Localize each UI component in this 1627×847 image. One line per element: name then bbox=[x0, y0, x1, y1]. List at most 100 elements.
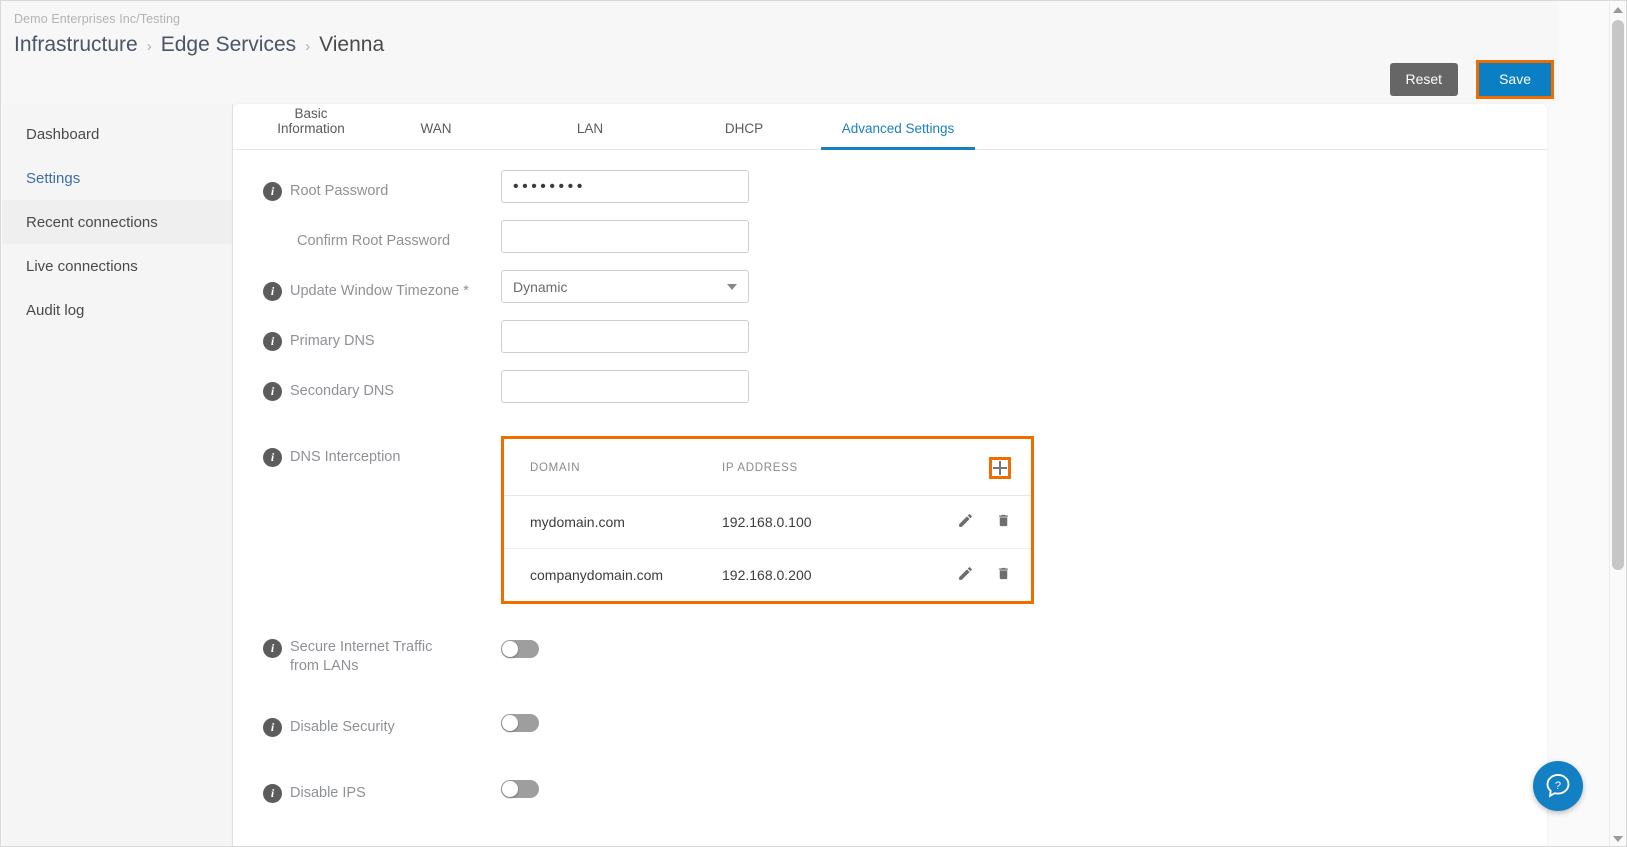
confirm-root-password-input[interactable] bbox=[501, 220, 749, 253]
field-label-group: i Primary DNS bbox=[233, 318, 501, 356]
field-row-secure-internet-traffic: i Secure Internet Traffic from LANs bbox=[233, 630, 1547, 676]
add-row-button[interactable] bbox=[989, 457, 1011, 479]
save-button[interactable]: Save bbox=[1479, 63, 1551, 96]
edit-icon[interactable] bbox=[957, 565, 974, 585]
info-icon[interactable]: i bbox=[263, 281, 282, 301]
info-icon[interactable]: i bbox=[263, 783, 282, 803]
delete-icon[interactable] bbox=[996, 565, 1011, 585]
field-label-group: i DNS Interception bbox=[233, 434, 501, 472]
info-icon[interactable]: i bbox=[263, 639, 282, 658]
header-actions: Reset Save bbox=[1389, 60, 1554, 99]
field-control bbox=[501, 168, 1547, 203]
sidebar-item-recent-connections[interactable]: Recent connections bbox=[2, 200, 232, 244]
sidebar-item-label: Recent connections bbox=[26, 213, 158, 231]
question-bubble-icon: ? bbox=[1546, 773, 1570, 798]
field-control bbox=[501, 218, 1547, 253]
sidebar-item-dashboard[interactable]: Dashboard bbox=[2, 112, 232, 156]
secure-internet-traffic-toggle[interactable] bbox=[501, 640, 539, 658]
field-label-group: i Secondary DNS bbox=[233, 368, 501, 406]
field-control bbox=[501, 368, 1547, 403]
table-row: mydomain.com 192.168.0.100 bbox=[504, 495, 1031, 549]
tab-dhcp[interactable]: DHCP bbox=[667, 121, 821, 149]
update-window-timezone-select[interactable]: Dynamic bbox=[501, 270, 749, 303]
scroll-up-icon[interactable] bbox=[1613, 7, 1623, 13]
scroll-down-icon[interactable] bbox=[1613, 836, 1623, 842]
help-button[interactable]: ? bbox=[1533, 761, 1583, 811]
reset-button[interactable]: Reset bbox=[1389, 63, 1459, 96]
tab-lan[interactable]: LAN bbox=[513, 121, 667, 149]
plus-icon bbox=[993, 461, 1007, 475]
table-row: companydomain.com 192.168.0.200 bbox=[504, 549, 1031, 602]
disable-ips-toggle[interactable] bbox=[501, 780, 539, 798]
cell-domain: mydomain.com bbox=[504, 495, 722, 549]
delete-icon[interactable] bbox=[996, 512, 1011, 532]
field-row-disable-ips: i Disable IPS bbox=[233, 770, 1547, 808]
secondary-dns-input[interactable] bbox=[501, 370, 749, 403]
field-row-dns-interception: i DNS Interception DOMAIN IP ADDRESS myd… bbox=[233, 434, 1547, 604]
sidebar-item-audit-log[interactable]: Audit log bbox=[2, 288, 232, 332]
breadcrumb-item-vienna[interactable]: Vienna bbox=[319, 31, 384, 59]
tab-bar: Basic Information WAN LAN DHCP Advanced … bbox=[233, 104, 1547, 150]
breadcrumb: Infrastructure › Edge Services › Vienna bbox=[14, 31, 1559, 59]
root-password-input[interactable] bbox=[501, 170, 749, 203]
organization-label: Demo Enterprises Inc/Testing bbox=[14, 12, 181, 26]
toggle-knob bbox=[502, 715, 518, 731]
scrollbar-thumb[interactable] bbox=[1612, 20, 1624, 570]
tab-basic-information[interactable]: Basic Information bbox=[263, 106, 359, 149]
field-control: Dynamic bbox=[501, 268, 1547, 303]
column-header-domain: DOMAIN bbox=[504, 439, 722, 496]
field-label: Disable IPS bbox=[290, 784, 366, 801]
info-icon[interactable]: i bbox=[263, 717, 282, 737]
cell-actions bbox=[937, 549, 1031, 602]
page-header: Demo Enterprises Inc/Testing Infrastruct… bbox=[1, 1, 1559, 104]
field-label-group: i Root Password bbox=[233, 168, 501, 206]
sidebar-item-label: Audit log bbox=[26, 301, 85, 319]
sidebar-item-label: Dashboard bbox=[26, 125, 100, 143]
field-row-secondary-dns: i Secondary DNS bbox=[233, 368, 1547, 406]
timezone-select-wrapper: Dynamic bbox=[501, 270, 749, 303]
content-panel: Basic Information WAN LAN DHCP Advanced … bbox=[233, 104, 1547, 846]
tab-wan[interactable]: WAN bbox=[359, 121, 513, 149]
info-icon[interactable]: i bbox=[263, 381, 282, 401]
field-control bbox=[501, 630, 1547, 663]
edit-icon[interactable] bbox=[957, 512, 974, 532]
primary-dns-input[interactable] bbox=[501, 320, 749, 353]
field-row-primary-dns: i Primary DNS bbox=[233, 318, 1547, 356]
page-scrollbar[interactable] bbox=[1609, 2, 1625, 846]
table-body: mydomain.com 192.168.0.100 companydomain… bbox=[504, 495, 1031, 602]
info-icon[interactable]: i bbox=[263, 181, 282, 201]
sidebar-item-live-connections[interactable]: Live connections bbox=[2, 244, 232, 288]
field-control bbox=[501, 704, 1547, 737]
field-label-group: i Secure Internet Traffic from LANs bbox=[233, 630, 501, 676]
field-label-group: i Disable Security bbox=[233, 704, 501, 742]
tab-advanced-settings[interactable]: Advanced Settings bbox=[821, 121, 975, 150]
field-label: Disable Security bbox=[290, 718, 395, 735]
tab-label: LAN bbox=[576, 121, 604, 136]
dns-interception-table: DOMAIN IP ADDRESS mydomain.com 192.168.0… bbox=[504, 439, 1031, 601]
sidebar-item-label: Live connections bbox=[26, 257, 138, 275]
cell-actions bbox=[937, 495, 1031, 549]
field-label: Root Password bbox=[290, 182, 389, 199]
field-label: Secondary DNS bbox=[290, 382, 394, 399]
sidebar-item-label: Settings bbox=[26, 169, 81, 187]
field-label: Secure Internet Traffic from LANs bbox=[290, 639, 433, 674]
breadcrumb-item-infrastructure[interactable]: Infrastructure bbox=[14, 31, 138, 59]
tab-label: Advanced Settings bbox=[841, 121, 955, 136]
disable-security-toggle[interactable] bbox=[501, 714, 539, 732]
sidebar-item-settings[interactable]: Settings bbox=[2, 156, 232, 200]
field-label: Update Window Timezone * bbox=[290, 282, 469, 299]
cell-ip-address: 192.168.0.100 bbox=[722, 495, 937, 549]
tab-label: WAN bbox=[420, 121, 452, 136]
breadcrumb-separator-icon: › bbox=[146, 38, 152, 55]
field-control bbox=[501, 770, 1547, 803]
cell-domain: companydomain.com bbox=[530, 567, 664, 583]
field-label: Primary DNS bbox=[290, 332, 375, 349]
info-icon[interactable]: i bbox=[263, 331, 282, 351]
table-header: DOMAIN IP ADDRESS bbox=[504, 439, 1031, 496]
select-value: Dynamic bbox=[513, 278, 568, 295]
breadcrumb-item-edge-services[interactable]: Edge Services bbox=[161, 31, 296, 59]
cell-ip-address: 192.168.0.200 bbox=[722, 567, 812, 583]
column-header-actions bbox=[937, 439, 1031, 496]
tab-label: Basic Information bbox=[277, 106, 345, 136]
info-icon[interactable]: i bbox=[263, 447, 282, 467]
